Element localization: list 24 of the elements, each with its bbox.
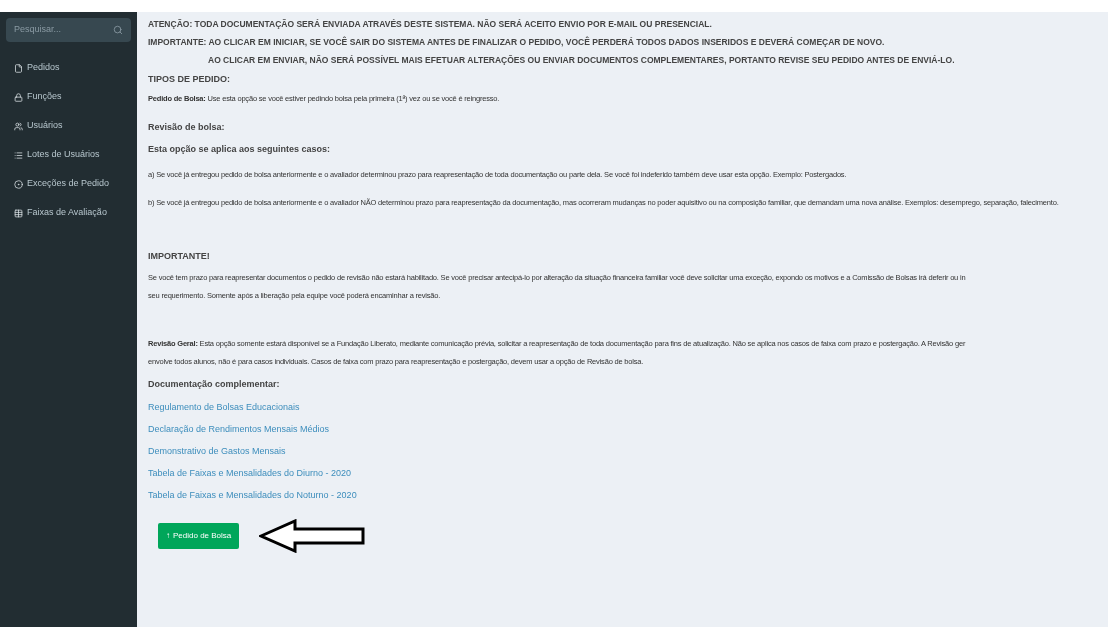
table-icon	[14, 208, 23, 218]
sidebar-item[interactable]: Faixas de Avaliação	[14, 207, 123, 219]
arrow-icon	[259, 519, 366, 553]
sidebar-item[interactable]: Usuários	[14, 120, 123, 132]
search-input[interactable]: Pesquisar...	[14, 23, 104, 37]
notice-text: IMPORTANTE: AO CLICAR EM INICIAR, SE VOCÊ SAIR DO SISTEMA ANTES DE FINALIZAR O PEDIDO, VOCÊ PERDERÁ TODOS DADOS INSERIDOS E DEVERÁ COMEÇAR DE NOVO.	[148, 35, 886, 49]
section-title: Documentação complementar:	[148, 377, 281, 391]
users-icon	[14, 121, 23, 131]
lock-icon	[14, 92, 23, 102]
search-icon[interactable]	[113, 25, 123, 35]
sidebar-item[interactable]: Pedidos	[14, 62, 123, 74]
sidebar-item[interactable]: Exceções de Pedido	[14, 178, 123, 190]
sidebar-item[interactable]: Funções	[14, 91, 123, 103]
section-subtitle: Esta opção se aplica aos seguintes casos:	[148, 142, 332, 156]
circle-icon	[14, 179, 23, 189]
section-title: Revisão de bolsa:	[148, 121, 226, 134]
notice-text: ATENÇÃO: TODA DOCUMENTAÇÃO SERÁ ENVIADA ATRAVÉS DESTE SISTEMA. NÃO SERÁ ACEITO ENVIO POR E-MAIL OU PRESENCIAL.	[148, 18, 713, 31]
section-title: IMPORTANTE!	[148, 250, 211, 263]
sidebar-item[interactable]: Lotes de Usuários	[14, 149, 123, 161]
file-icon	[14, 63, 23, 73]
notice-text: AO CLICAR EM ENVIAR, NÃO SERÁ POSSÍVEL MAIS EFETUAR ALTERAÇÕES OU ENVIAR DOCUMENTOS COMPLEMENTARES, PORTANTO REVISE SEU PEDIDO ANTES DE ENVIÁ-LO.	[207, 54, 956, 67]
search-field[interactable]: Pesquisar...	[6, 18, 131, 42]
section-title: TIPOS DE PEDIDO:	[148, 73, 231, 86]
list-icon	[14, 150, 23, 160]
